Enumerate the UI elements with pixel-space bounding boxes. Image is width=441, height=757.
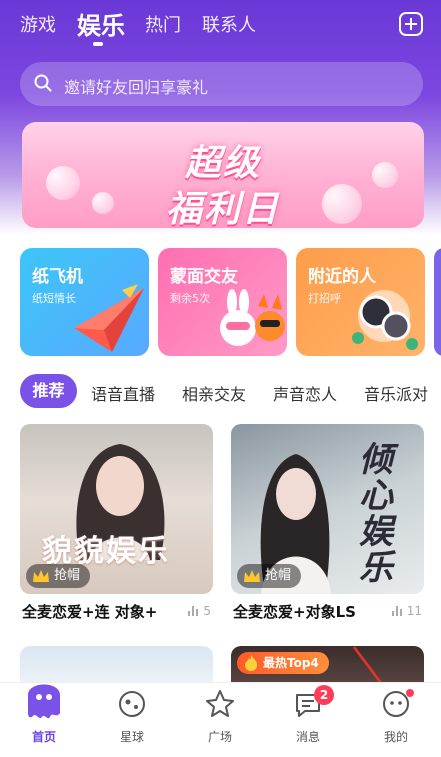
- bottom-navigation: 首页 星球 广场 2 消息 我的: [0, 682, 441, 757]
- tab-entertainment[interactable]: 娱乐: [77, 6, 125, 41]
- card-nearby-people[interactable]: 附近的人 打招呼: [296, 248, 425, 356]
- nav-label: 首页: [31, 730, 56, 744]
- category-recommend[interactable]: 推荐: [20, 374, 77, 408]
- crown-icon: [244, 570, 260, 582]
- category-tabs: 推荐 语音直播 相亲交友 声音恋人 音乐派对: [20, 374, 441, 410]
- badge-label: 抢帽: [265, 568, 292, 583]
- feature-cards: 纸飞机 纸短情长 蒙面交友 剩余5次 附近的人 打招呼: [20, 248, 441, 356]
- masked-animals-icon: [220, 289, 285, 346]
- star-icon: [206, 690, 234, 717]
- count-value: 11: [406, 604, 422, 618]
- banner-title-line2: 福利日: [165, 189, 280, 228]
- nav-planet[interactable]: 星球: [88, 683, 176, 757]
- banner-title: 超级 福利日: [22, 134, 424, 228]
- room-title: 全麦恋爱+连 对象+: [22, 603, 158, 621]
- flame-icon: [245, 655, 257, 671]
- count-value: 5: [203, 604, 211, 618]
- room-listener-count: 11: [391, 604, 422, 618]
- top-navigation: 游戏 娱乐 热门 联系人: [0, 0, 441, 50]
- category-voice-live[interactable]: 语音直播: [91, 381, 155, 405]
- card-title: 蒙面交友: [170, 267, 238, 287]
- unread-badge: 2: [314, 685, 334, 705]
- cover-watermark-text: 倾心娱乐: [359, 440, 393, 588]
- nav-label: 广场: [207, 730, 232, 744]
- notification-dot: [406, 689, 414, 697]
- search-placeholder: 邀请好友回归享豪礼: [64, 78, 209, 97]
- nav-label: 我的: [383, 730, 408, 744]
- tab-contacts[interactable]: 联系人: [202, 11, 256, 37]
- search-icon: [34, 74, 52, 92]
- category-voice-lover[interactable]: 声音恋人: [273, 381, 337, 405]
- search-bar[interactable]: 邀请好友回归享豪礼: [20, 62, 423, 106]
- banner-title-line1: 超级: [184, 143, 261, 184]
- room-title: 全麦恋爱+对象LS: [233, 603, 356, 621]
- card-more-peek[interactable]: [434, 248, 441, 356]
- grab-hat-badge: 抢帽: [237, 564, 302, 588]
- nav-label: 消息: [295, 730, 320, 744]
- category-dating[interactable]: 相亲交友: [182, 381, 246, 405]
- planet-icon: [119, 691, 145, 717]
- paper-plane-icon: [74, 284, 144, 352]
- promo-banner[interactable]: 超级 福利日: [22, 122, 424, 228]
- room-card[interactable]: 倾心娱乐 抢帽 全麦恋爱+对象LS 11: [231, 424, 424, 624]
- category-music-party[interactable]: 音乐派对: [364, 381, 428, 405]
- signal-bars-icon: [391, 606, 404, 616]
- avatars-icon: [352, 290, 418, 350]
- room-cover: 倾心娱乐 抢帽: [231, 424, 424, 594]
- card-masked-dating[interactable]: 蒙面交友 剩余5次: [158, 248, 287, 356]
- room-listener-count: 5: [188, 604, 211, 618]
- badge-label: 最热Top4: [263, 656, 319, 670]
- nav-square[interactable]: 广场: [176, 683, 264, 757]
- badge-label: 抢帽: [54, 568, 81, 583]
- active-tab-indicator: [93, 42, 103, 46]
- nav-messages[interactable]: 2 消息: [264, 683, 352, 757]
- signal-bars-icon: [188, 606, 200, 616]
- tab-games[interactable]: 游戏: [20, 11, 56, 37]
- nav-label: 星球: [119, 730, 144, 744]
- crown-icon: [33, 570, 49, 582]
- grab-hat-badge: 抢帽: [26, 564, 91, 588]
- hot-rank-badge: 最热Top4: [237, 652, 329, 674]
- card-subtitle: 打招呼: [308, 292, 341, 305]
- nav-profile[interactable]: 我的: [352, 683, 440, 757]
- room-cover: 貌貌娱乐 抢帽: [20, 424, 213, 594]
- room-card[interactable]: 貌貌娱乐 抢帽 全麦恋爱+连 对象+ 5: [20, 424, 213, 624]
- card-paper-plane[interactable]: 纸飞机 纸短情长: [20, 248, 149, 356]
- add-square-icon[interactable]: [399, 12, 423, 36]
- home-octopus-icon: [28, 684, 60, 719]
- card-subtitle: 剩余5次: [170, 292, 210, 305]
- tab-hot[interactable]: 热门: [145, 11, 181, 37]
- nav-home[interactable]: 首页: [0, 683, 88, 757]
